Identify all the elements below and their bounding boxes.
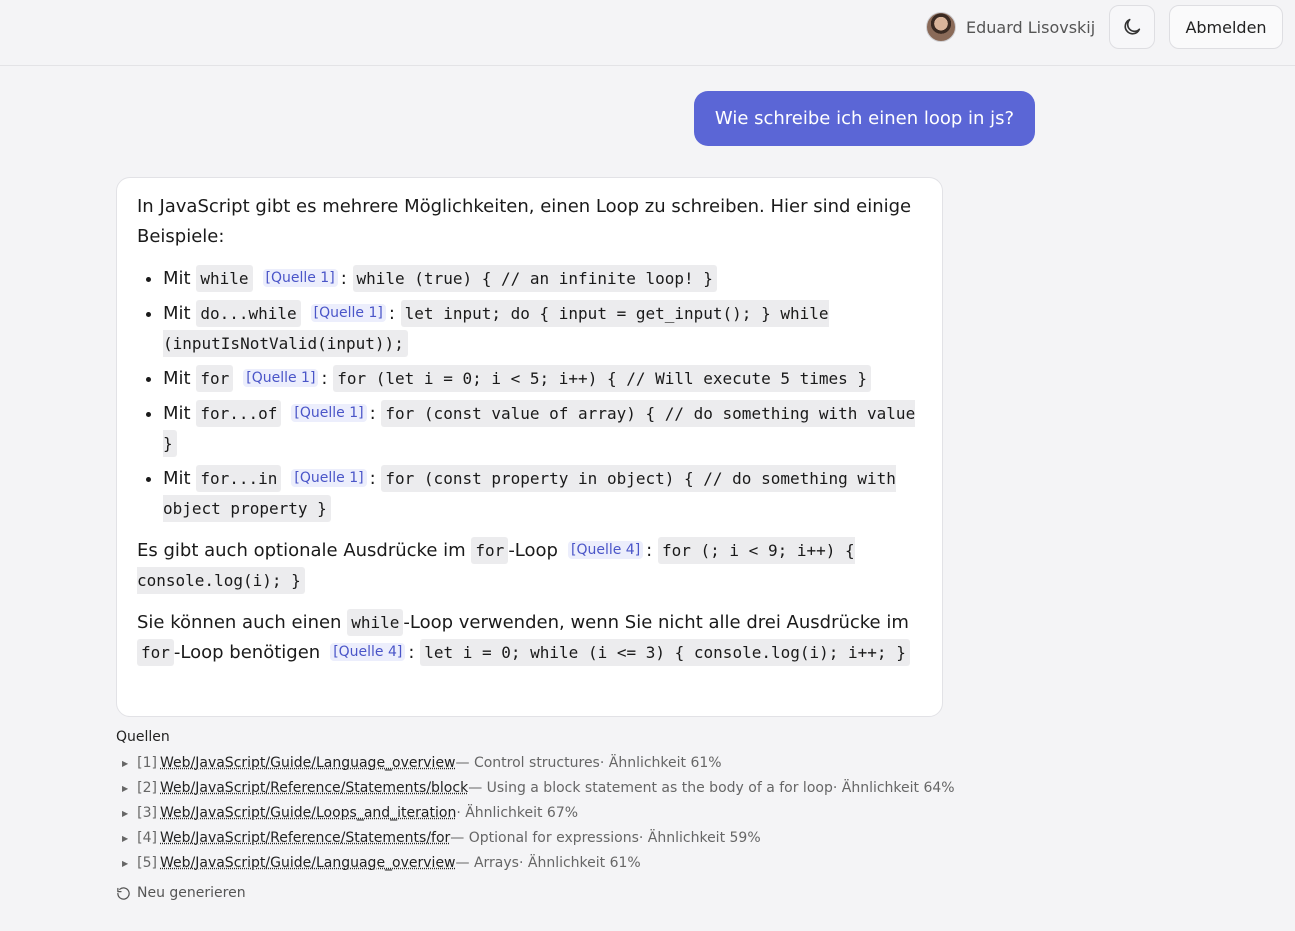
assistant-answer: In JavaScript gibt es mehrere Möglichkei… [116,177,943,717]
citation-link[interactable]: [Quelle 1] [291,404,367,422]
source-number: [4] [137,830,157,846]
avatar [926,12,956,42]
code-snippet: for (let i = 0; i < 5; i++) { // Will ex… [333,365,872,392]
citation-link[interactable]: [Quelle 4] [567,541,644,559]
caret-right-icon[interactable]: ▶ [122,751,128,776]
theme-toggle-button[interactable] [1109,5,1155,49]
source-similarity: · Ähnlichkeit 61% [599,755,722,771]
loop-list: Mit while[Quelle 1]: while (true) { // a… [137,264,922,524]
source-item[interactable]: ▶ [4] Web/JavaScript/Reference/Statements/… [122,826,1022,851]
answer-paragraph-optional: Es gibt auch optionale Ausdrücke im for -… [137,536,922,596]
user-info: Eduard Lisovskij [926,11,1095,43]
sources-list: ▶ [1] Web/JavaScript/Guide/Language_overvi… [122,751,1022,876]
list-item: Mit for[Quelle 1]: for (let i = 0; i < 5… [163,364,922,394]
source-number: [5] [137,855,157,871]
source-link[interactable]: Web/JavaScript/Reference/Statements/for [160,826,450,851]
inline-code: for [137,639,174,666]
citation-link[interactable]: [Quelle 1] [243,369,319,387]
inline-code: for...in [196,465,282,492]
source-item[interactable]: ▶ [1] Web/JavaScript/Guide/Language_overvi… [122,751,1022,776]
list-item: Mit while[Quelle 1]: while (true) { // a… [163,264,922,294]
source-link[interactable]: Web/JavaScript/Guide/Language_overview [160,751,456,776]
caret-right-icon[interactable]: ▶ [122,801,128,826]
inline-code: for...of [196,400,282,427]
caret-right-icon[interactable]: ▶ [122,776,128,801]
user-message-bubble: Wie schreibe ich einen loop in js? [694,91,1035,146]
source-number: [1] [137,755,157,771]
source-number: [3] [137,805,157,821]
caret-right-icon[interactable]: ▶ [122,851,128,876]
source-item[interactable]: ▶ [3] Web/JavaScript/Guide/Loops_and_itera… [122,801,1022,826]
source-similarity: · Ähnlichkeit 64% [832,780,955,796]
source-item[interactable]: ▶ [2] Web/JavaScript/Reference/Statements/… [122,776,1022,801]
citation-link[interactable]: [Quelle 1] [262,269,338,287]
regenerate-label: Neu generieren [137,885,246,901]
source-link[interactable]: Web/JavaScript/Guide/Loops_and_iteration [160,801,456,826]
source-description: — Control structures [455,755,600,771]
answer-paragraph-while: Sie können auch einen while -Loop verwend… [137,608,922,668]
sources-title: Quellen [116,729,170,745]
caret-right-icon[interactable]: ▶ [122,826,128,851]
code-snippet: while (true) { // an infinite loop! } [352,265,717,292]
source-similarity: · Ähnlichkeit 59% [638,830,761,846]
logout-button[interactable]: Abmelden [1169,5,1283,49]
list-item: Mit for...of[Quelle 1]: for (const value… [163,399,922,459]
top-bar: Eduard Lisovskij Abmelden [0,0,1295,66]
inline-code: do...while [196,300,301,327]
code-snippet: let i = 0; while (i <= 3) { console.log(… [420,639,910,666]
regenerate-button[interactable]: Neu generieren [116,882,246,904]
source-description: — Arrays [455,855,519,871]
source-description: — Optional for expressions [450,830,639,846]
refresh-icon [117,886,130,900]
list-item: Mit for...in[Quelle 1]: for (const prope… [163,464,922,524]
source-description: — Using a block statement as the body of… [468,780,833,796]
source-link[interactable]: Web/JavaScript/Guide/Language_overview [160,851,456,876]
moon-icon [1124,18,1141,35]
source-item[interactable]: ▶ [5] Web/JavaScript/Guide/Language_overvi… [122,851,1022,876]
user-name: Eduard Lisovskij [966,17,1096,37]
citation-link[interactable]: [Quelle 1] [310,304,386,322]
inline-code: for [196,365,234,392]
inline-code: for [471,537,509,564]
list-item: Mit do...while[Quelle 1]: let input; do … [163,299,922,359]
inline-code: while [196,265,253,292]
citation-link[interactable]: [Quelle 4] [330,643,406,661]
answer-intro: In JavaScript gibt es mehrere Möglichkei… [137,196,912,247]
citation-link[interactable]: [Quelle 1] [291,469,367,487]
inline-code: while [347,609,404,636]
source-similarity: · Ähnlichkeit 67% [456,805,579,821]
source-link[interactable]: Web/JavaScript/Reference/Statements/bloc… [160,776,468,801]
source-similarity: · Ähnlichkeit 61% [518,855,641,871]
source-number: [2] [137,780,157,796]
